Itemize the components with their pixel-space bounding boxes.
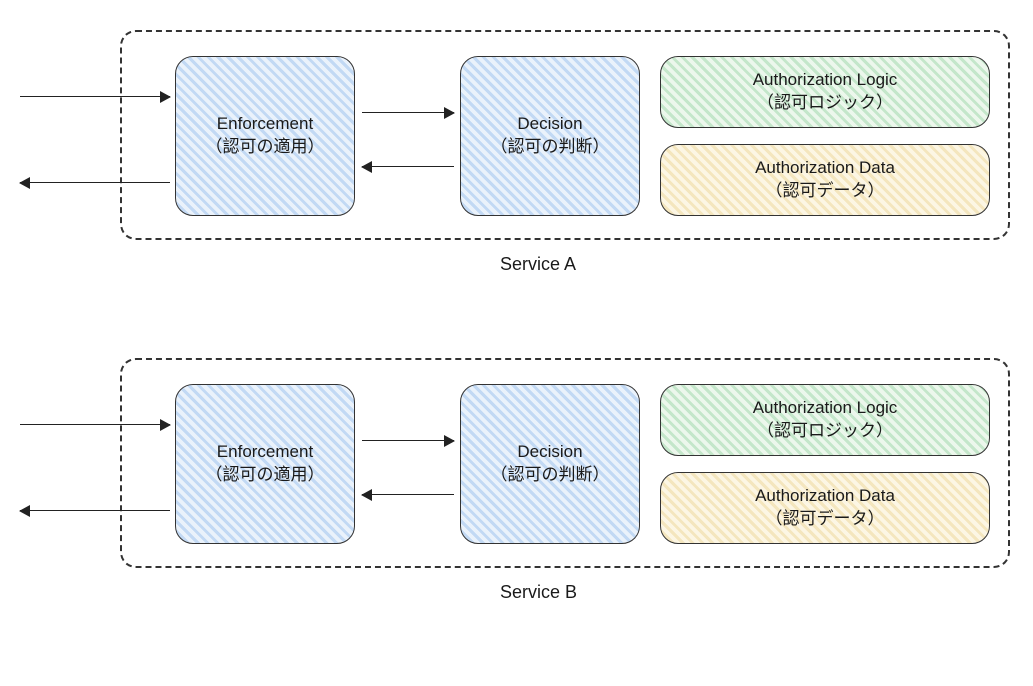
arrow-out-a [20,182,170,183]
arrow-enf-to-dec-a [362,112,454,113]
decision-title-b: Decision [517,441,582,464]
logic-title-b: Authorization Logic [753,397,898,420]
arrow-in-a [20,96,170,97]
data-block-b: Authorization Data （認可データ） [660,472,990,544]
data-block-a: Authorization Data （認可データ） [660,144,990,216]
decision-block-a: Decision （認可の判断） [460,56,640,216]
logic-subtitle-a: （認可ロジック） [757,92,893,115]
decision-title-a: Decision [517,113,582,136]
service-a-label: Service A [500,254,576,275]
logic-block-a: Authorization Logic （認可ロジック） [660,56,990,128]
data-title-a: Authorization Data [755,157,895,180]
enforcement-subtitle-a: （認可の適用） [206,136,325,159]
data-subtitle-a: （認可データ） [766,180,885,203]
arrow-dec-to-enf-b [362,494,454,495]
logic-block-b: Authorization Logic （認可ロジック） [660,384,990,456]
enforcement-block-b: Enforcement （認可の適用） [175,384,355,544]
decision-subtitle-a: （認可の判断） [491,136,610,159]
enforcement-title-a: Enforcement [217,113,313,136]
arrow-enf-to-dec-b [362,440,454,441]
enforcement-subtitle-b: （認可の適用） [206,464,325,487]
logic-subtitle-b: （認可ロジック） [757,420,893,443]
arrow-out-b [20,510,170,511]
decision-block-b: Decision （認可の判断） [460,384,640,544]
enforcement-block-a: Enforcement （認可の適用） [175,56,355,216]
arrow-dec-to-enf-a [362,166,454,167]
decision-subtitle-b: （認可の判断） [491,464,610,487]
data-subtitle-b: （認可データ） [766,508,885,531]
enforcement-title-b: Enforcement [217,441,313,464]
logic-title-a: Authorization Logic [753,69,898,92]
arrow-in-b [20,424,170,425]
data-title-b: Authorization Data [755,485,895,508]
service-b-label: Service B [500,582,577,603]
